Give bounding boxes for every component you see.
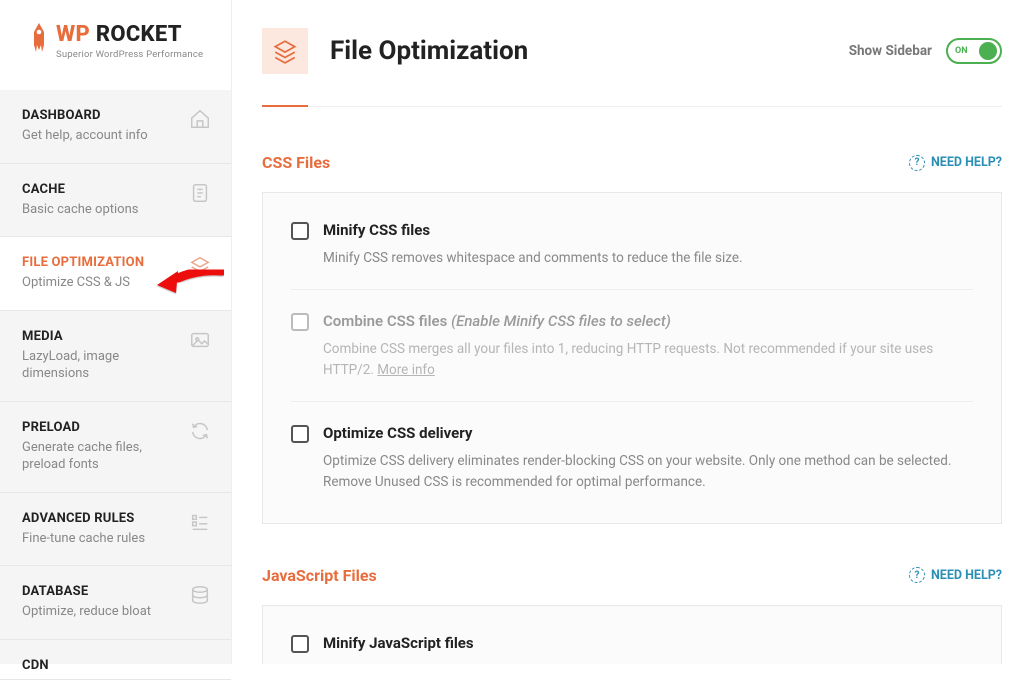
document-icon	[189, 182, 211, 204]
need-help-label: NEED HELP?	[931, 568, 1002, 583]
sidebar-item-cache[interactable]: CACHE Basic cache options	[0, 164, 231, 238]
sidebar-item-label: CDN	[22, 658, 211, 673]
page-header: File Optimization Show Sidebar ON	[262, 28, 1002, 107]
option-minify-css: Minify CSS files Minify CSS removes whit…	[291, 217, 973, 289]
show-sidebar-label: Show Sidebar	[849, 43, 932, 59]
option-desc: Combine CSS merges all your files into 1…	[323, 339, 973, 381]
more-info-link[interactable]: More info	[377, 362, 435, 378]
sidebar-item-advanced-rules[interactable]: ADVANCED RULES Fine-tune cache rules	[0, 493, 231, 567]
section-head-js: JavaScript Files ? NEED HELP?	[262, 566, 1002, 585]
toggle-on-label: ON	[955, 46, 968, 56]
sidebar-item-sub: LazyLoad, image dimensions	[22, 348, 181, 383]
page-icon	[262, 28, 308, 74]
brand-tagline: Superior WordPress Performance	[56, 49, 203, 60]
rocket-icon	[30, 22, 48, 56]
option-title: Optimize CSS delivery	[323, 424, 472, 442]
option-hint: (Enable Minify CSS files to select)	[451, 312, 671, 330]
checkbox-minify-js[interactable]	[291, 635, 309, 653]
layers-icon	[272, 38, 298, 64]
show-sidebar-toggle[interactable]: ON	[946, 38, 1002, 64]
option-desc: Optimize CSS delivery eliminates render-…	[323, 451, 973, 493]
checkbox-optimize-css-delivery[interactable]	[291, 425, 309, 443]
sidebar-item-media[interactable]: MEDIA LazyLoad, image dimensions	[0, 311, 231, 402]
brand-text: WP ROCKET	[56, 22, 203, 47]
list-icon	[189, 511, 211, 533]
sidebar-item-cdn[interactable]: CDN	[0, 640, 231, 680]
sidebar-item-database[interactable]: DATABASE Optimize, reduce bloat	[0, 566, 231, 640]
css-options-panel: Minify CSS files Minify CSS removes whit…	[262, 192, 1002, 524]
help-icon: ?	[909, 567, 925, 583]
layers-icon	[189, 255, 211, 277]
image-icon	[189, 329, 211, 351]
section-title-js: JavaScript Files	[262, 566, 377, 585]
checkbox-combine-css	[291, 313, 309, 331]
brand-logo: WP ROCKET Superior WordPress Performance	[0, 0, 231, 90]
option-title: Combine CSS files (Enable Minify CSS fil…	[323, 312, 671, 330]
refresh-icon	[189, 420, 211, 442]
page-title: File Optimization	[330, 36, 528, 66]
tab-indicator	[262, 105, 308, 107]
sidebar-item-label: MEDIA	[22, 329, 181, 344]
js-options-panel: Minify JavaScript files Minify JavaScrip…	[262, 605, 1002, 664]
sidebar-item-label: DASHBOARD	[22, 108, 181, 123]
section-title-css: CSS Files	[262, 153, 330, 172]
sidebar-item-sub: Optimize, reduce bloat	[22, 603, 181, 621]
need-help-label: NEED HELP?	[931, 155, 1002, 170]
option-optimize-css-delivery: Optimize CSS delivery Optimize CSS deliv…	[291, 401, 973, 499]
option-title: Minify CSS files	[323, 221, 430, 239]
sidebar: WP ROCKET Superior WordPress Performance…	[0, 0, 232, 664]
sidebar-item-dashboard[interactable]: DASHBOARD Get help, account info	[0, 90, 231, 164]
sidebar-item-label: CACHE	[22, 182, 181, 197]
sidebar-item-sub: Get help, account info	[22, 127, 181, 145]
home-icon	[189, 108, 211, 130]
sidebar-item-sub: Optimize CSS & JS	[22, 274, 181, 292]
need-help-js[interactable]: ? NEED HELP?	[909, 567, 1002, 583]
sidebar-item-sub: Fine-tune cache rules	[22, 530, 181, 548]
toggle-knob	[979, 42, 997, 60]
option-desc: Minify CSS removes whitespace and commen…	[323, 248, 973, 269]
option-title: Minify JavaScript files	[323, 634, 474, 652]
sidebar-item-preload[interactable]: PRELOAD Generate cache files, preload fo…	[0, 402, 231, 493]
sidebar-item-sub: Generate cache files, preload fonts	[22, 439, 181, 474]
need-help-css[interactable]: ? NEED HELP?	[909, 155, 1002, 171]
database-icon	[189, 584, 211, 606]
sidebar-item-label: FILE OPTIMIZATION	[22, 255, 181, 270]
checkbox-minify-css[interactable]	[291, 222, 309, 240]
sidebar-item-label: ADVANCED RULES	[22, 511, 181, 526]
sidebar-item-file-optimization[interactable]: FILE OPTIMIZATION Optimize CSS & JS	[0, 237, 231, 311]
section-head-css: CSS Files ? NEED HELP?	[262, 153, 1002, 172]
sidebar-item-label: DATABASE	[22, 584, 181, 599]
sidebar-item-sub: Basic cache options	[22, 201, 181, 219]
option-minify-js: Minify JavaScript files Minify JavaScrip…	[291, 630, 973, 664]
main-content: File Optimization Show Sidebar ON CSS Fi…	[232, 0, 1024, 664]
sidebar-item-label: PRELOAD	[22, 420, 181, 435]
help-icon: ?	[909, 155, 925, 171]
option-combine-css: Combine CSS files (Enable Minify CSS fil…	[291, 289, 973, 401]
option-desc: Minify JavaScript removes whitespace and…	[323, 661, 973, 664]
